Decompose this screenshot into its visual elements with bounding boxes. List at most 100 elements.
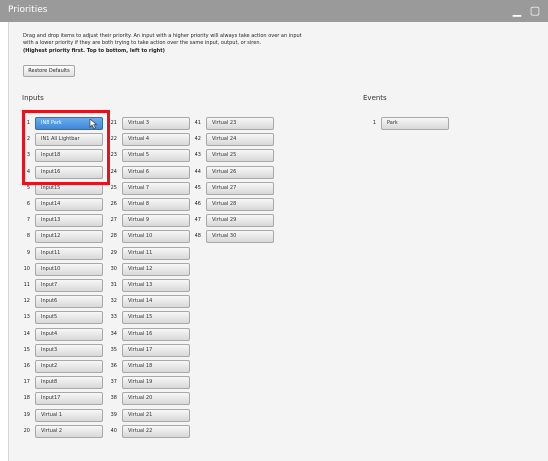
input-label: Virtual 10 xyxy=(128,233,153,240)
draggable-input-button[interactable]: Input12 xyxy=(35,230,103,244)
input-label: Input2 xyxy=(41,363,58,369)
draggable-input-button[interactable]: Input11 xyxy=(35,246,103,260)
window-title: Priorities xyxy=(8,5,48,15)
draggable-input-button[interactable]: Virtual 28 xyxy=(206,198,274,211)
draggable-input-button[interactable]: Virtual 26 xyxy=(206,165,274,179)
input-label: Virtual 13 xyxy=(128,282,153,288)
priority-number: 26 xyxy=(110,201,117,207)
inputs-section-label: Inputs xyxy=(22,94,44,102)
draggable-input-button[interactable]: Virtual 30 xyxy=(206,230,274,244)
priority-number: 1 xyxy=(372,120,376,126)
priority-number: 37 xyxy=(110,379,117,386)
input-label: Virtual 16 xyxy=(128,330,153,337)
draggable-input-button[interactable]: Input8 xyxy=(35,376,103,390)
priority-number: 17 xyxy=(23,379,30,386)
draggable-input-button[interactable]: Input13 xyxy=(35,214,103,228)
input-label: Virtual 24 xyxy=(212,136,237,143)
priority-number: 13 xyxy=(23,314,30,321)
input-label: Virtual 22 xyxy=(128,427,153,434)
priority-number: 47 xyxy=(194,217,201,224)
draggable-input-button[interactable]: Input3 xyxy=(35,343,103,357)
input-label: Input7 xyxy=(41,282,58,288)
draggable-input-button[interactable]: Input14 xyxy=(35,198,103,211)
draggable-input-button[interactable]: Virtual 22 xyxy=(122,424,190,438)
priority-number: 18 xyxy=(23,395,30,402)
input-label: Virtual 9 xyxy=(128,217,150,224)
draggable-input-button[interactable]: Virtual 8 xyxy=(122,198,190,211)
draggable-input-button[interactable]: Virtual 14 xyxy=(122,295,190,309)
draggable-input-button[interactable]: Virtual 15 xyxy=(122,311,190,325)
priority-number: 46 xyxy=(194,201,201,207)
draggable-input-button[interactable]: Virtual 10 xyxy=(122,230,190,244)
draggable-input-button[interactable]: Virtual 12 xyxy=(122,262,190,276)
window-titlebar: Priorities ▁ ▢ xyxy=(0,0,548,22)
input-label: Virtual 7 xyxy=(128,184,150,191)
draggable-input-button[interactable]: Virtual 6 xyxy=(122,165,190,179)
input-label: Input10 xyxy=(41,265,61,272)
draggable-input-button[interactable]: Virtual 2 xyxy=(35,424,103,438)
input-label: Input8 xyxy=(41,379,58,386)
draggable-input-button[interactable]: Virtual 7 xyxy=(122,181,190,195)
maximize-icon[interactable]: ▢ xyxy=(528,4,542,17)
draggable-input-button[interactable]: Input10 xyxy=(35,262,103,276)
draggable-input-button[interactable]: Input7 xyxy=(35,279,103,292)
draggable-input-button[interactable]: Input17 xyxy=(35,392,103,406)
draggable-input-button[interactable]: Virtual 4 xyxy=(122,133,190,147)
draggable-input-button[interactable]: Input4 xyxy=(35,327,103,341)
input-label: Input6 xyxy=(41,298,58,305)
draggable-input-button[interactable]: Virtual 25 xyxy=(206,149,274,163)
input-label: Input4 xyxy=(41,330,58,337)
draggable-input-button[interactable]: Input5 xyxy=(35,311,103,325)
draggable-input-button[interactable]: Input6 xyxy=(35,295,103,309)
priority-number: 32 xyxy=(110,298,117,305)
draggable-input-button[interactable]: Virtual 1 xyxy=(35,408,103,422)
event-label: Park xyxy=(387,120,398,126)
priority-number: 7 xyxy=(26,217,30,224)
description-line-1: Drag and drop items to adjust their prio… xyxy=(23,33,302,39)
priority-number: 8 xyxy=(26,233,30,240)
priority-number: 20 xyxy=(23,427,30,434)
input-label: Virtual 8 xyxy=(128,201,150,207)
draggable-input-button[interactable]: Virtual 23 xyxy=(206,117,274,130)
draggable-input-button[interactable]: Virtual 27 xyxy=(206,181,274,195)
draggable-input-button[interactable]: Virtual 13 xyxy=(122,279,190,292)
input-label: Virtual 23 xyxy=(212,120,237,126)
restore-defaults-button[interactable]: Restore Defaults xyxy=(23,65,75,77)
draggable-input-button[interactable]: Virtual 11 xyxy=(122,246,190,260)
draggable-input-button[interactable]: Virtual 20 xyxy=(122,392,190,406)
input-label: Virtual 28 xyxy=(212,201,237,207)
draggable-input-button[interactable]: Virtual 17 xyxy=(122,343,190,357)
draggable-input-button[interactable]: Virtual 5 xyxy=(122,149,190,163)
priority-number: 14 xyxy=(23,330,30,337)
draggable-input-button[interactable]: Virtual 16 xyxy=(122,327,190,341)
draggable-input-button[interactable]: Virtual 19 xyxy=(122,376,190,390)
input-label: Virtual 19 xyxy=(128,379,153,386)
priority-number: 16 xyxy=(23,363,30,369)
priority-number: 28 xyxy=(110,233,117,240)
priority-number: 12 xyxy=(23,298,30,305)
draggable-input-button[interactable]: Virtual 18 xyxy=(122,360,190,373)
draggable-input-button[interactable]: Virtual 3 xyxy=(122,117,190,130)
priority-number: 19 xyxy=(23,411,30,418)
input-label: Input17 xyxy=(41,395,61,402)
input-label: Input5 xyxy=(41,314,58,321)
priority-number: 38 xyxy=(110,395,117,402)
draggable-event-button[interactable]: Park xyxy=(381,117,449,130)
input-label: Virtual 20 xyxy=(128,395,153,402)
input-label: Input11 xyxy=(41,249,61,256)
draggable-input-button[interactable]: Virtual 29 xyxy=(206,214,274,228)
priority-number: 48 xyxy=(194,233,201,240)
priority-number: 35 xyxy=(110,346,117,353)
minimize-icon[interactable]: ▁ xyxy=(510,4,524,17)
draggable-input-button[interactable]: Virtual 21 xyxy=(122,408,190,422)
draggable-input-button[interactable]: Virtual 24 xyxy=(206,133,274,147)
input-label: Virtual 3 xyxy=(128,120,150,126)
input-label: Virtual 26 xyxy=(212,168,237,175)
draggable-input-button[interactable]: Input2 xyxy=(35,360,103,373)
input-label: Input13 xyxy=(41,217,61,224)
priorities-panel: Drag and drop items to adjust their prio… xyxy=(8,22,548,461)
priority-number: 9 xyxy=(26,249,30,256)
highlight-annotation-box xyxy=(22,110,110,185)
draggable-input-button[interactable]: Virtual 9 xyxy=(122,214,190,228)
input-label: Virtual 18 xyxy=(128,363,153,369)
